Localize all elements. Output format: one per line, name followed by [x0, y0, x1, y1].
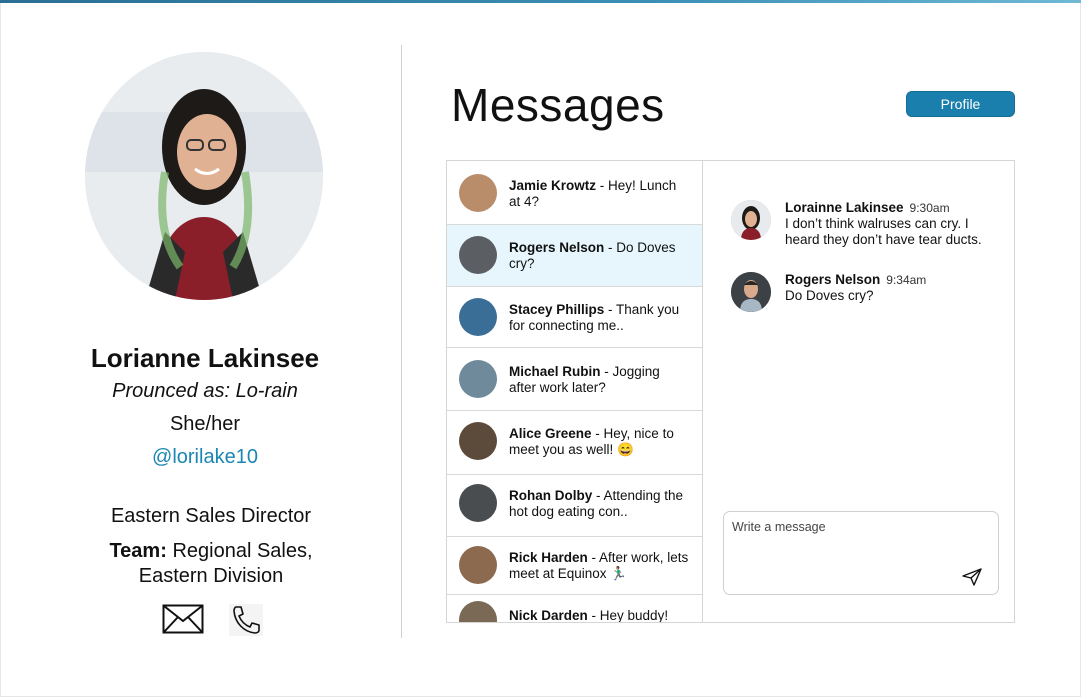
team-value-line2: Eastern Division [138, 565, 284, 587]
avatar [731, 272, 771, 312]
avatar [459, 174, 497, 212]
profile-pronunciation: Prounced as: Lo-rain [112, 380, 298, 402]
conversation-list[interactable]: Jamie Krowtz - Hey! Lunch at 4? Rogers N… [447, 161, 703, 623]
conversation-row[interactable]: Nick Darden - Hey buddy! [447, 595, 702, 623]
sender-name: Rogers Nelson [785, 272, 881, 287]
avatar [459, 236, 497, 274]
avatar [731, 200, 771, 240]
team-value-line1: Regional Sales, [172, 540, 313, 562]
conversation-thread: Lorainne Lakinsee 9:30am I don’t think wa… [704, 161, 1014, 622]
contact-name: Rogers Nelson [509, 240, 605, 255]
profile-pronouns: She/her [169, 413, 241, 435]
message: Lorainne Lakinsee 9:30am I don’t think wa… [731, 200, 1011, 248]
avatar [459, 422, 497, 460]
profile-avatar [85, 52, 323, 300]
contact-name: Alice Greene [509, 426, 592, 441]
compose-box[interactable] [723, 511, 999, 595]
page-title: Messages [451, 79, 665, 131]
message-input[interactable] [732, 520, 952, 534]
profile-button[interactable]: Profile [906, 91, 1015, 117]
contact-name: Jamie Krowtz [509, 178, 597, 193]
profile-team: Team: Regional Sales, Eastern Division [0, 539, 422, 589]
column-divider [401, 45, 402, 638]
message-text: I don’t think walruses can cry. I heard … [785, 216, 982, 247]
profile-role: Eastern Sales Director [110, 505, 312, 527]
conversation-row[interactable]: Rick Harden - After work, lets meet at E… [447, 537, 702, 595]
conversation-row-selected[interactable]: Rogers Nelson - Do Doves cry? [447, 225, 702, 287]
avatar [459, 360, 497, 398]
profile-name: Lorianne Lakinsee [90, 343, 320, 373]
team-label: Team: [109, 540, 167, 562]
send-icon[interactable] [961, 567, 983, 587]
sender-name: Lorainne Lakinsee [785, 200, 904, 215]
conversation-row[interactable]: Michael Rubin - Jogging after work later… [447, 348, 702, 411]
conversation-row[interactable]: Jamie Krowtz - Hey! Lunch at 4? [447, 161, 702, 225]
conversation-row[interactable]: Rohan Dolby - Attending the hot dog eati… [447, 475, 702, 537]
conversation-row[interactable]: Alice Greene - Hey, nice to meet you as … [447, 411, 702, 475]
message-time: 9:30am [909, 201, 950, 215]
avatar [459, 484, 497, 522]
message-preview: - Hey buddy! [587, 608, 669, 623]
contact-name: Nick Darden [509, 608, 588, 623]
avatar [459, 546, 497, 584]
profile-handle-link[interactable]: @lorilake10 [0, 446, 410, 469]
conversation-row[interactable]: Stacey Phillips - Thank you for connecti… [447, 287, 702, 348]
message: Rogers Nelson 9:34am Do Doves cry? [731, 272, 1011, 312]
contact-name: Rick Harden [509, 550, 588, 565]
contact-name: Stacey Phillips [509, 302, 605, 317]
phone-icon[interactable] [229, 604, 263, 636]
contact-name: Michael Rubin [509, 364, 601, 379]
avatar [459, 298, 497, 336]
avatar [459, 601, 497, 622]
messages-panel: Jamie Krowtz - Hey! Lunch at 4? Rogers N… [446, 160, 1015, 623]
message-text: Do Doves cry? [785, 288, 874, 303]
mail-icon[interactable] [162, 604, 204, 634]
message-time: 9:34am [886, 273, 927, 287]
contact-name: Rohan Dolby [509, 488, 593, 503]
